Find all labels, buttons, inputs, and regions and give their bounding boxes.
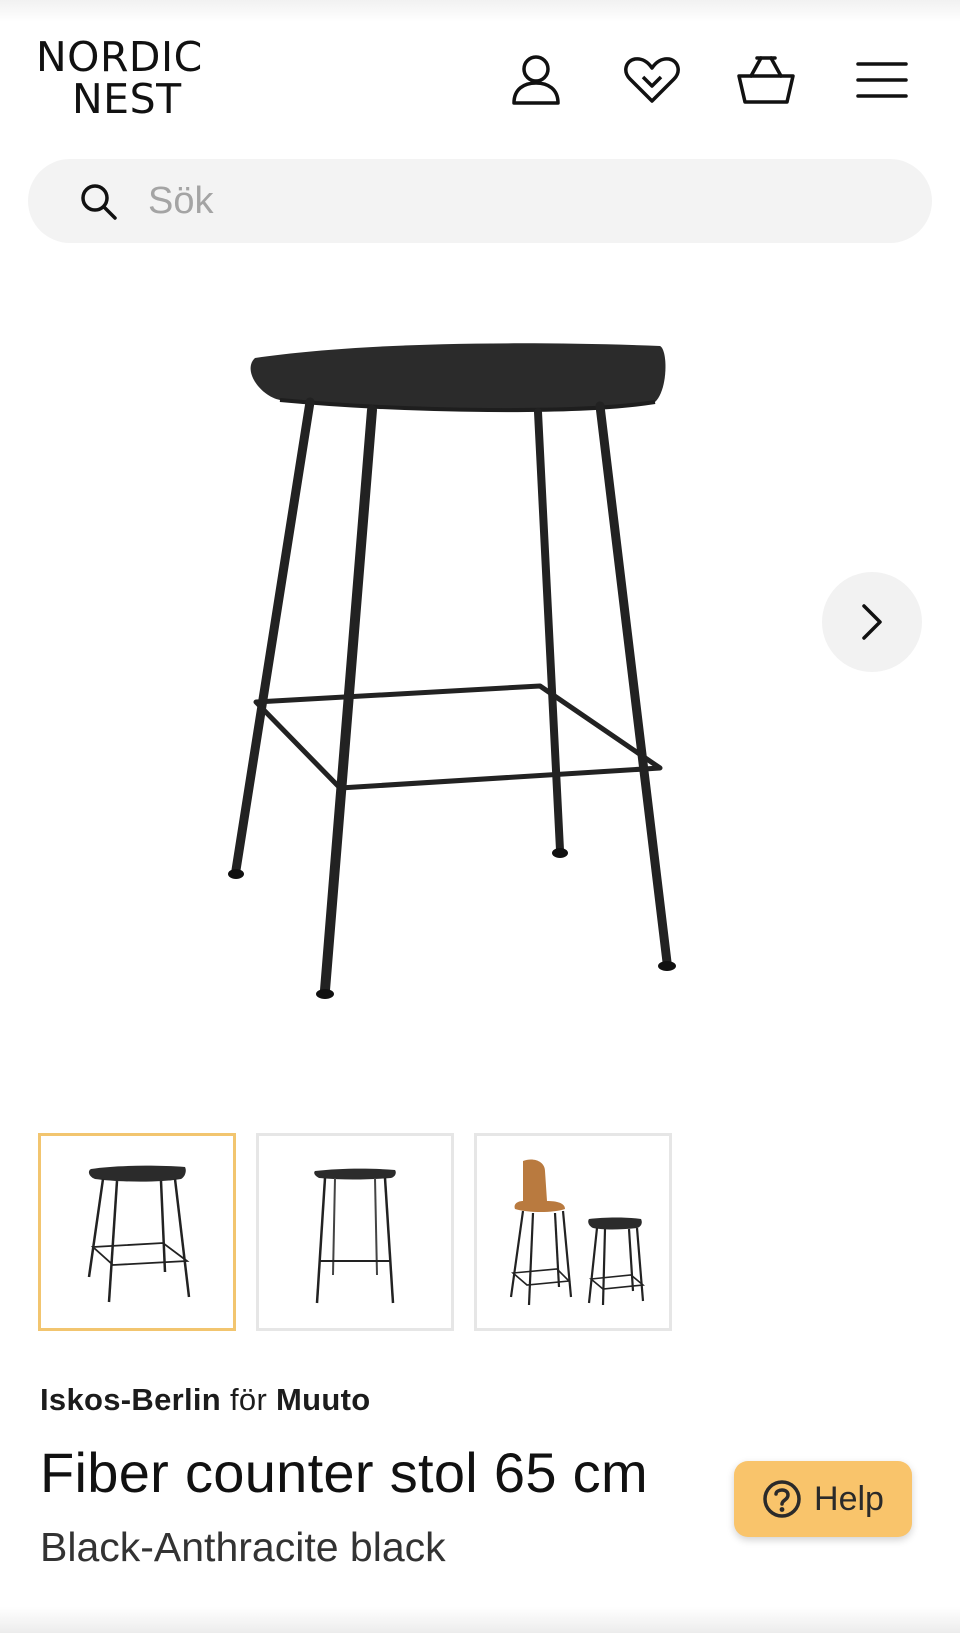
thumbnail-3[interactable] — [474, 1133, 672, 1331]
search-icon[interactable] — [76, 179, 120, 223]
product-image-carousel[interactable] — [0, 290, 960, 1070]
heart-icon — [624, 57, 680, 103]
help-button-label: Help — [814, 1479, 884, 1518]
search-bar[interactable] — [28, 159, 932, 243]
thumbnail-strip — [38, 1133, 692, 1331]
stool-pair-thumbnail — [509, 1159, 645, 1306]
help-button[interactable]: Help — [734, 1461, 912, 1537]
product-variant: Black-Anthracite black — [40, 1524, 446, 1570]
account-button[interactable] — [504, 48, 568, 112]
thumbnail-1[interactable] — [38, 1133, 236, 1331]
cart-button[interactable] — [734, 48, 798, 112]
designer-link[interactable]: Iskos-Berlin — [40, 1382, 221, 1417]
nordic-nest-logo[interactable]: NORDIC NEST — [36, 36, 236, 126]
menu-icon — [856, 62, 908, 98]
user-icon — [512, 55, 560, 105]
product-brand-line: Iskos-Berlin för Muuto — [40, 1382, 370, 1418]
thumbnail-2[interactable] — [256, 1133, 454, 1331]
logo-line-2: NEST — [72, 75, 182, 123]
chevron-right-icon — [862, 604, 882, 640]
product-image-stool — [228, 343, 676, 999]
search-input[interactable] — [148, 179, 848, 223]
bottom-shade — [0, 1607, 960, 1633]
stool-angle-thumbnail — [87, 1165, 191, 1303]
question-circle-icon — [763, 1480, 801, 1518]
logo-line-1: NORDIC — [36, 33, 203, 81]
menu-button[interactable] — [850, 48, 914, 112]
brand-connector: för — [229, 1382, 268, 1417]
basket-icon — [737, 56, 795, 104]
stool-front-thumbnail — [314, 1168, 396, 1304]
status-bar-shade — [0, 0, 960, 22]
carousel-next-button[interactable] — [822, 572, 922, 672]
manufacturer-link[interactable]: Muuto — [276, 1382, 370, 1417]
product-title: Fiber counter stol 65 cm — [40, 1441, 648, 1504]
wishlist-button[interactable] — [620, 48, 684, 112]
